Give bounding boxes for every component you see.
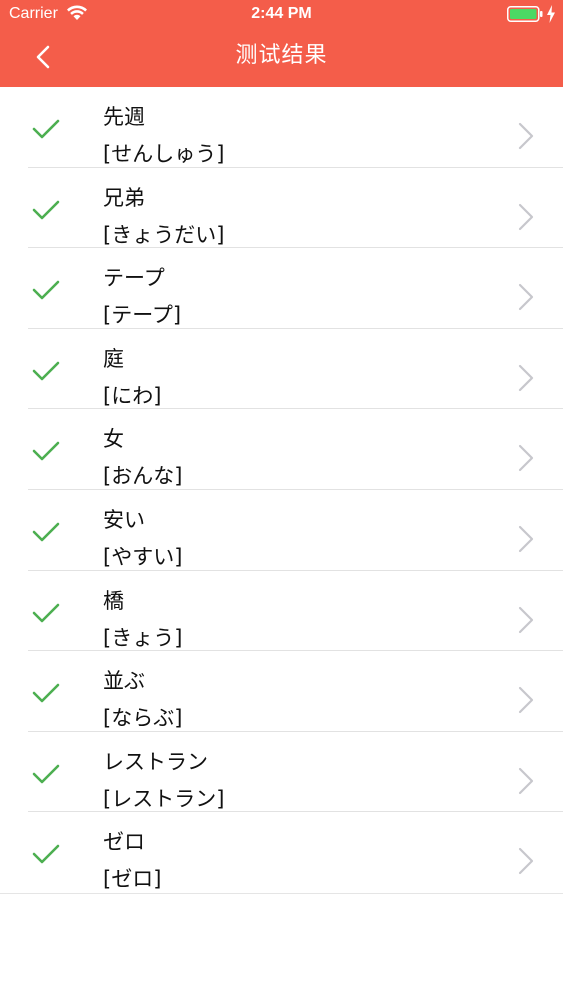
word-label: レストラン: [103, 749, 208, 774]
chevron-right-icon: [518, 122, 534, 150]
reading-label: [ならぶ]: [103, 706, 183, 731]
chevron-right-icon: [518, 364, 534, 391]
status-time: 2:44 PM: [251, 5, 312, 22]
word-label: 橋: [103, 588, 124, 613]
checkmark-icon: [32, 764, 60, 784]
reading-label: [きょう]: [103, 625, 183, 650]
word-label: 並ぶ: [103, 669, 145, 694]
word-label: 庭: [103, 346, 124, 371]
result-row[interactable]: テープ [テープ]: [0, 248, 563, 329]
chevron-right-icon: [518, 525, 534, 553]
checkmark-icon: [32, 845, 60, 864]
chevron-right-icon: [518, 203, 534, 230]
chevron-right-icon: [518, 606, 534, 633]
word-label: 先週: [103, 105, 145, 129]
checkmark-icon: [32, 361, 60, 381]
navigation-bar: 测试结果: [0, 28, 563, 87]
result-row[interactable]: ゼロ [ゼロ]: [0, 812, 563, 893]
checkmark-icon: [32, 119, 60, 139]
chevron-right-icon: [518, 767, 534, 794]
reading-label: [テープ]: [103, 303, 182, 328]
checkmark-icon: [32, 522, 60, 542]
result-row[interactable]: レストラン [レストラン]: [0, 732, 563, 813]
word-label: 安い: [103, 507, 145, 532]
result-row[interactable]: 先週 [せんしゅう]: [0, 87, 563, 168]
result-row[interactable]: 並ぶ [ならぶ]: [0, 651, 563, 732]
reading-label: [ゼロ]: [103, 867, 162, 892]
reading-label: [レストラン]: [103, 786, 225, 811]
reading-label: [おんな]: [103, 464, 183, 489]
checkmark-icon: [32, 200, 60, 219]
chevron-right-icon: [518, 445, 534, 472]
status-bar: Carrier 2:44 PM: [0, 0, 563, 28]
chevron-right-icon: [518, 687, 534, 714]
charging-bolt-icon: [547, 5, 555, 23]
word-label: テープ: [103, 266, 165, 291]
word-label: ゼロ: [103, 830, 145, 855]
reading-label: [せんしゅう]: [103, 142, 225, 166]
reading-label: [きょうだい]: [103, 222, 225, 247]
chevron-right-icon: [518, 284, 534, 311]
word-label: 兄弟: [103, 185, 145, 210]
battery-icon: [507, 6, 543, 22]
result-row[interactable]: 女 [おんな]: [0, 409, 563, 490]
checkmark-icon: [32, 442, 60, 461]
result-row[interactable]: 橋 [きょう]: [0, 571, 563, 652]
header: Carrier 2:44 PM 测试结果: [0, 0, 563, 87]
chevron-right-icon: [518, 848, 534, 875]
result-row[interactable]: 兄弟 [きょうだい]: [0, 168, 563, 249]
result-list: 先週 [せんしゅう] 兄弟 [きょうだい] テープ [テープ] 庭 [にわ] 女 [おんな] 安い […: [0, 87, 563, 894]
word-label: 女: [103, 427, 124, 452]
result-row[interactable]: 安い [やすい]: [0, 490, 563, 571]
reading-label: [やすい]: [103, 544, 183, 569]
result-row[interactable]: 庭 [にわ]: [0, 329, 563, 410]
reading-label: [にわ]: [103, 383, 162, 408]
checkmark-icon: [32, 603, 60, 622]
checkmark-icon: [32, 280, 60, 300]
checkmark-icon: [32, 683, 60, 703]
page-title: 测试结果: [235, 43, 328, 68]
